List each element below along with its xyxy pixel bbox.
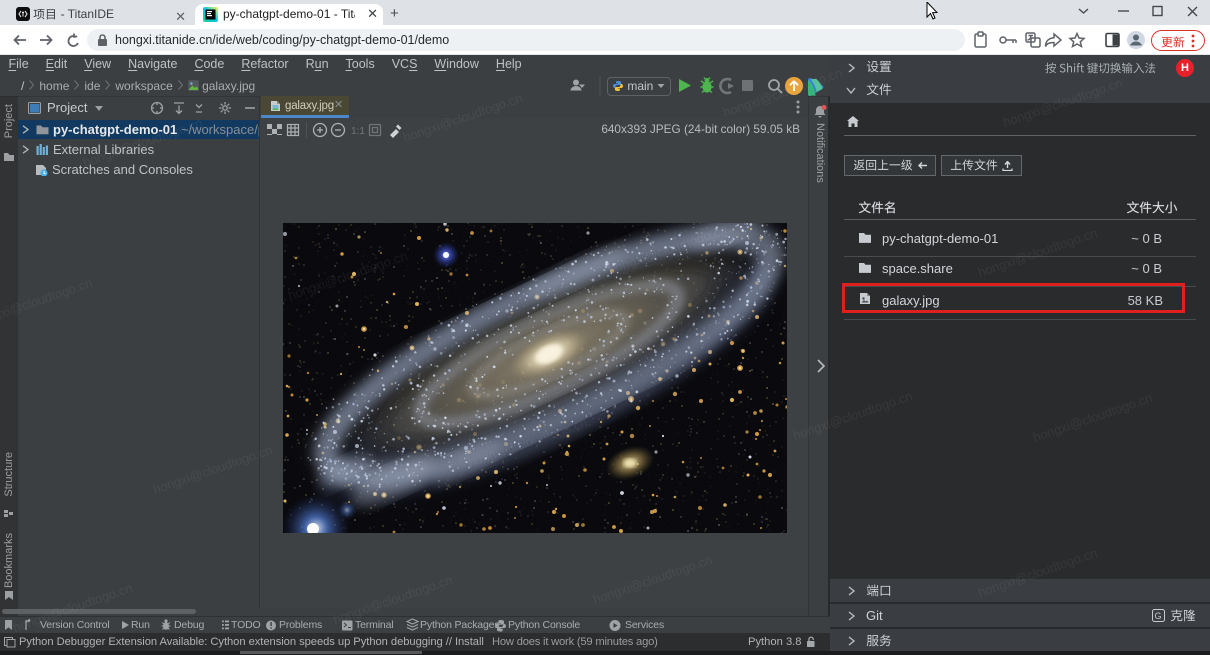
svg-text:1:1: 1:1 bbox=[351, 126, 365, 137]
svg-text:G: G bbox=[1155, 611, 1162, 621]
